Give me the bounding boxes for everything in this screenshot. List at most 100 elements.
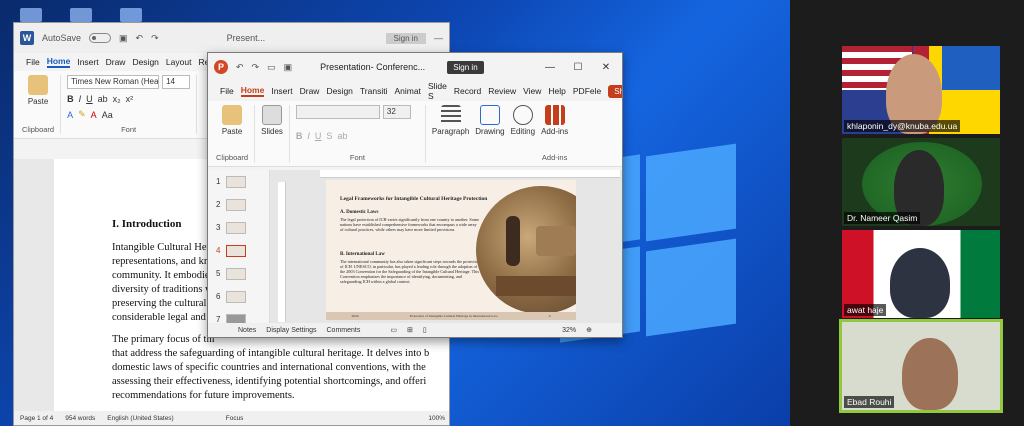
ppt-present-icon[interactable]: ▭ (267, 62, 276, 73)
ppt-slides-button[interactable]: Slides (261, 105, 283, 136)
word-word-count[interactable]: 954 words (65, 415, 95, 422)
slide-footer-mid: Protection of Intangible Cultural Herita… (409, 314, 498, 318)
ppt-tab-view[interactable]: View (523, 86, 541, 96)
ppt-tab-help[interactable]: Help (548, 86, 565, 96)
comments-button[interactable]: Comments (327, 327, 361, 334)
undo-icon[interactable]: ↶ (136, 33, 144, 44)
ppt-drawing-button[interactable]: Drawing (475, 105, 505, 162)
underline-icon[interactable]: U (86, 94, 93, 104)
ppt-signin-button[interactable]: Sign in (447, 60, 484, 74)
redo-icon[interactable]: ↷ (151, 33, 159, 44)
slide-thumb-1[interactable]: 1 (208, 170, 269, 193)
participant-1-name: khlaponin_dy@knuba.edu.ua (844, 120, 961, 132)
ppt-italic-icon[interactable]: I (307, 131, 310, 141)
doc-para2-line5: recommendations for future improvements. (112, 390, 295, 401)
ppt-close-icon[interactable]: ✕ (596, 62, 616, 73)
doc-heading: I. Introduction (112, 218, 182, 230)
ppt-tab-record[interactable]: Record (454, 86, 481, 96)
ppt-font-size-box[interactable]: 32 (382, 105, 411, 119)
font-color-icon[interactable]: A (91, 110, 97, 120)
word-signin-button[interactable]: Sign in (385, 32, 426, 44)
word-tab-design[interactable]: Design (132, 57, 158, 67)
word-zoom-level[interactable]: 100% (428, 415, 445, 422)
normal-view-icon[interactable]: ▭ (390, 326, 397, 334)
word-focus-button[interactable]: Focus (226, 415, 244, 422)
ppt-bold-icon[interactable]: B (296, 131, 303, 141)
ppt-paragraph-button[interactable]: Paragraph (432, 105, 469, 162)
ppt-statusbar: Notes Display Settings Comments ▭ ⊞ ▯ 32… (208, 323, 622, 337)
autosave-toggle[interactable] (89, 33, 112, 43)
minimize-icon[interactable]: — (434, 33, 443, 43)
ppt-tab-pdfelement[interactable]: PDFele (573, 86, 601, 96)
participant-tile-1[interactable]: khlaponin_dy@knuba.edu.ua (842, 46, 1000, 134)
desktop-icons (20, 8, 142, 22)
word-tab-draw[interactable]: Draw (106, 57, 126, 67)
word-language[interactable]: English (United States) (107, 415, 173, 422)
ppt-tab-design[interactable]: Design (326, 86, 352, 96)
word-tab-home[interactable]: Home (46, 56, 71, 68)
ppt-minimize-icon[interactable]: — (540, 62, 560, 73)
word-tab-file[interactable]: File (26, 57, 40, 67)
word-font-size-box[interactable]: 14 (162, 75, 191, 89)
ppt-addins-group-label: Add-ins (541, 153, 568, 162)
save-icon[interactable]: ▣ (119, 33, 128, 44)
ppt-strike-icon[interactable]: S (326, 131, 332, 141)
ppt-maximize-icon[interactable]: ☐ (568, 62, 588, 73)
ppt-zoom-level[interactable]: 32% (562, 327, 576, 334)
word-page-count[interactable]: Page 1 of 4 (20, 415, 53, 422)
current-slide[interactable]: Legal Frameworks for Intangible Cultural… (326, 180, 576, 320)
screen: W AutoSave ▣ ↶ ↷ Present... Sign in — Fi… (0, 0, 1024, 426)
ppt-tab-slideshow[interactable]: Slide S (428, 81, 447, 101)
text-effects-icon[interactable]: A (67, 110, 73, 120)
ppt-undo-icon[interactable]: ↶ (236, 62, 244, 73)
ppt-tab-draw[interactable]: Draw (300, 86, 320, 96)
ppt-font-name-box[interactable] (295, 105, 380, 119)
display-settings-button[interactable]: Display Settings (266, 327, 316, 334)
ppt-clipboard-group: Paste Clipboard (216, 105, 256, 162)
desktop-icon[interactable] (70, 8, 92, 22)
word-paste-button[interactable]: Paste (28, 75, 48, 106)
word-font-name-box[interactable]: Times New Roman (Headings (67, 75, 160, 89)
ppt-editing-button[interactable]: Editing (511, 105, 535, 162)
powerpoint-logo-icon: P (214, 60, 228, 74)
slide-thumb-3[interactable]: 3 (208, 216, 269, 239)
ppt-underline-icon[interactable]: U (315, 131, 322, 141)
ppt-tab-insert[interactable]: Insert (271, 86, 292, 96)
desktop-icon[interactable] (20, 8, 42, 22)
italic-icon[interactable]: I (79, 94, 82, 104)
ppt-share-button[interactable]: Share (608, 84, 622, 98)
participant-tile-4-active-speaker[interactable]: Ebad Rouhi (839, 319, 1003, 413)
ppt-paragraph-label: Paragraph (431, 127, 470, 136)
reading-view-icon[interactable]: ▯ (423, 326, 427, 334)
participant-tile-2[interactable]: Dr. Nameer Qasim (842, 138, 1000, 226)
ppt-tab-file[interactable]: File (220, 86, 234, 96)
fit-slide-icon[interactable]: ⊕ (586, 326, 592, 334)
ppt-redo-icon[interactable]: ↷ (252, 62, 260, 73)
bold-icon[interactable]: B (67, 94, 74, 104)
highlight-icon[interactable]: ✎ (78, 109, 86, 120)
sorter-view-icon[interactable]: ⊞ (407, 326, 413, 334)
ppt-paste-button[interactable]: Paste (222, 105, 242, 136)
strikethrough-icon[interactable]: ab (98, 94, 108, 104)
ppt-tab-animations[interactable]: Animat (394, 86, 420, 96)
word-tab-layout[interactable]: Layout (166, 57, 192, 67)
ppt-tab-home[interactable]: Home (240, 85, 265, 97)
notes-button[interactable]: Notes (238, 327, 256, 334)
ppt-ab-icon[interactable]: ab (337, 131, 347, 141)
ppt-save-icon[interactable]: ▣ (284, 62, 293, 73)
slide-thumb-6[interactable]: 6 (208, 285, 269, 308)
participant-tile-3[interactable]: awat haje (842, 230, 1000, 318)
slide-thumb-4-selected[interactable]: 4 (208, 239, 269, 262)
word-tab-insert[interactable]: Insert (77, 57, 98, 67)
ppt-addins-button[interactable]: Add-ins (541, 105, 568, 136)
ppt-font-group: 32 B I U S ab Font (295, 105, 426, 162)
superscript-icon[interactable]: x² (126, 94, 134, 104)
ppt-tab-review[interactable]: Review (488, 86, 516, 96)
subscript-icon[interactable]: x₂ (113, 94, 121, 104)
font-size-up-icon[interactable]: Aa (102, 110, 113, 120)
slide-thumb-2[interactable]: 2 (208, 193, 269, 216)
slide-thumb-5[interactable]: 5 (208, 262, 269, 285)
ppt-addins-label: Add-ins (541, 127, 569, 136)
ppt-tab-transitions[interactable]: Transiti (360, 86, 388, 96)
desktop-icon[interactable] (120, 8, 142, 22)
